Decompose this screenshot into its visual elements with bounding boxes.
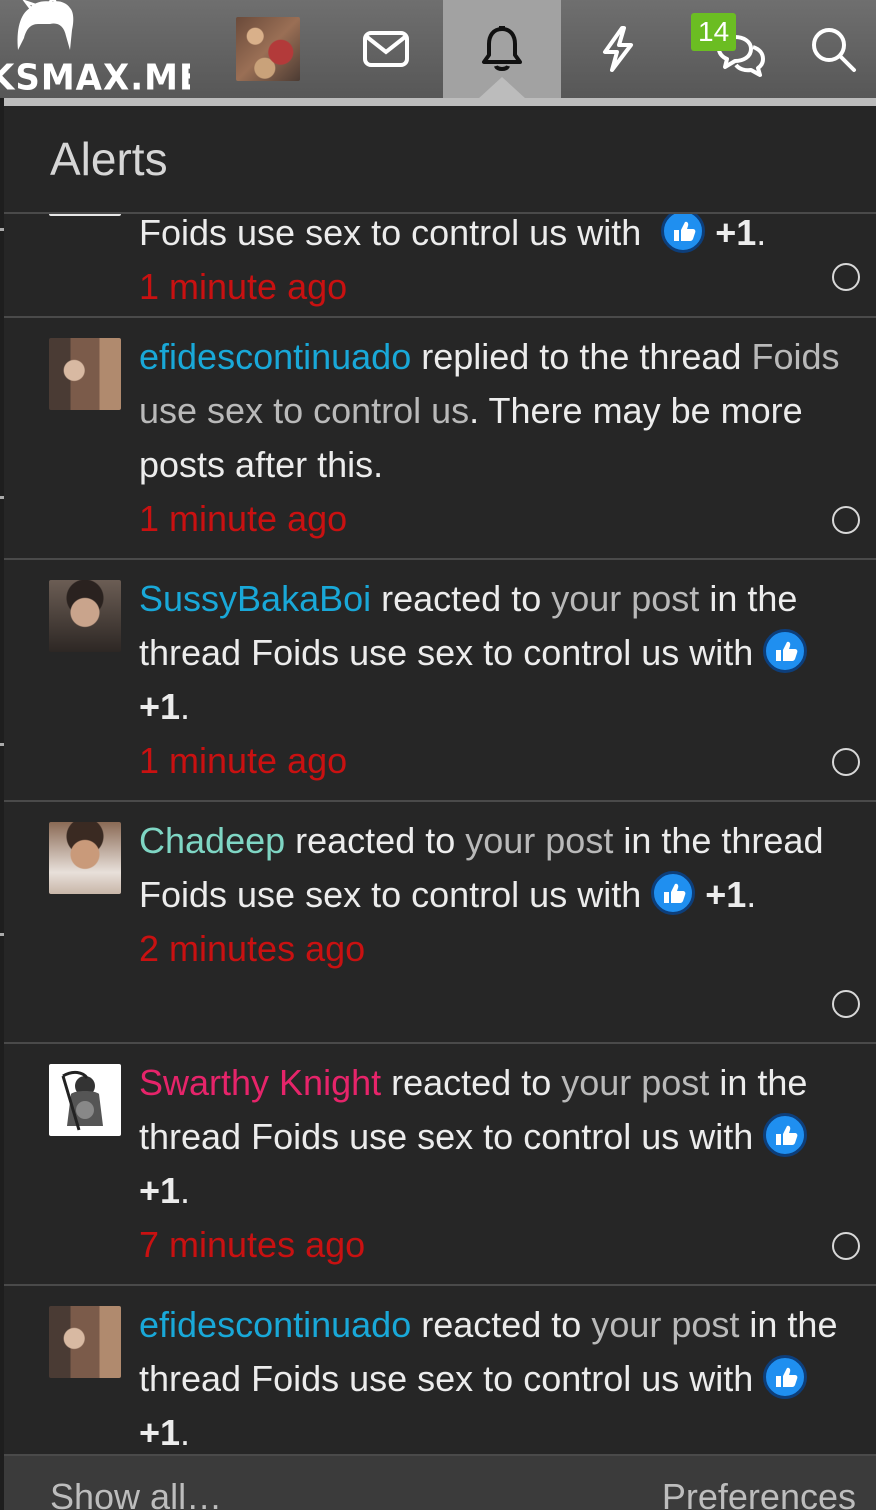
alert-timestamp[interactable]: 1 minute ago: [139, 492, 858, 546]
hair-logo-icon: [17, 0, 74, 50]
bell-icon: [482, 26, 522, 71]
your-post-link[interactable]: your post: [551, 578, 699, 619]
username-link[interactable]: Swarthy Knight: [139, 1062, 381, 1103]
like-reaction-icon: [763, 1113, 808, 1157]
envelope-icon: [363, 31, 409, 67]
avatar[interactable]: [49, 1306, 121, 1378]
nav-user-avatar[interactable]: [210, 0, 326, 98]
list-item[interactable]: efidescontinuado replied to the thread F…: [4, 318, 876, 560]
preferences-link[interactable]: Preferences: [662, 1476, 856, 1510]
alert-text-end: .: [180, 1170, 191, 1211]
reaction-label: +1: [705, 874, 747, 915]
nav-search-button[interactable]: [790, 0, 876, 98]
avatar[interactable]: [49, 580, 121, 652]
alert-action-text: replied to the thread: [411, 336, 752, 377]
alert-text-end: .: [180, 1412, 191, 1453]
alert-action-text: reacted to: [285, 820, 466, 861]
alert-timestamp[interactable]: 1 minute ago: [139, 734, 858, 788]
like-reaction-icon: [661, 214, 706, 253]
avatar[interactable]: [49, 338, 121, 410]
reaction-label: +1: [139, 686, 181, 727]
like-reaction-icon: [763, 629, 808, 673]
username-link[interactable]: SussyBakaBoi: [139, 578, 371, 619]
your-post-link[interactable]: your post: [465, 820, 613, 861]
alert-timestamp[interactable]: 1 minute ago: [139, 260, 858, 314]
lightning-icon: [603, 26, 633, 72]
search-icon: [812, 28, 856, 72]
like-reaction-icon: [651, 871, 696, 915]
alert-timestamp[interactable]: 7 minutes ago: [139, 1218, 858, 1272]
mark-read-toggle[interactable]: [832, 506, 860, 534]
alerts-dropdown-panel: Alerts Foids use sex to control us with …: [4, 98, 876, 1510]
avatar: [236, 17, 300, 81]
username-link[interactable]: efidescontinuado: [139, 336, 411, 377]
your-post-link[interactable]: your post: [591, 1304, 739, 1345]
username-link[interactable]: efidescontinuado: [139, 1304, 411, 1345]
site-logo[interactable]: KSMAX.ME: [0, 0, 190, 98]
avatar: [49, 214, 121, 216]
reaction-label: +1: [139, 1412, 181, 1453]
alerts-header: Alerts: [4, 106, 876, 214]
mark-read-toggle[interactable]: [832, 748, 860, 776]
list-item[interactable]: Chadeep reacted to your post in the thre…: [4, 802, 876, 1044]
alert-text-end: .: [756, 214, 767, 253]
list-item[interactable]: SussyBakaBoi reacted to your post in the…: [4, 560, 876, 802]
reaction-label: +1: [139, 1170, 181, 1211]
alert-action-text: reacted to: [381, 1062, 562, 1103]
show-all-link[interactable]: Show all…: [50, 1476, 222, 1510]
nav-whats-new-button[interactable]: [560, 0, 676, 98]
your-post-link[interactable]: your post: [561, 1062, 709, 1103]
nav-inbox-button[interactable]: [328, 0, 444, 98]
page-title: Alerts: [50, 133, 168, 185]
mark-read-toggle[interactable]: [832, 1232, 860, 1260]
alert-action-text: reacted to: [371, 578, 552, 619]
alerts-footer: Show all… Preferences: [4, 1454, 876, 1510]
mark-read-toggle[interactable]: [832, 263, 860, 291]
conversations-badge: 14: [691, 13, 737, 51]
alert-action-text: reacted to: [411, 1304, 592, 1345]
alert-text: Foids use sex to control us with: [139, 214, 642, 253]
mark-read-toggle[interactable]: [832, 990, 860, 1018]
avatar[interactable]: [49, 822, 121, 894]
top-navigation-bar: KSMAX.ME 14: [0, 0, 876, 99]
nav-alerts-button[interactable]: [443, 0, 561, 99]
list-item[interactable]: Foids use sex to control us with +1. 1 m…: [4, 214, 876, 318]
alerts-list[interactable]: Foids use sex to control us with +1. 1 m…: [4, 214, 876, 1454]
list-item[interactable]: efidescontinuado reacted to your post in…: [4, 1286, 876, 1454]
username-link[interactable]: Chadeep: [139, 820, 285, 861]
alert-timestamp[interactable]: 2 minutes ago: [139, 922, 858, 976]
dropdown-caret: [478, 77, 526, 99]
like-reaction-icon: [763, 1355, 808, 1399]
reaction-label: +1: [715, 214, 757, 253]
reaper-avatar-image: [61, 1070, 103, 1131]
avatar[interactable]: [49, 1064, 121, 1136]
logo-text: KSMAX.ME: [0, 57, 190, 98]
list-item[interactable]: Swarthy Knight reacted to your post in t…: [4, 1044, 876, 1286]
alert-text-end: .: [180, 686, 191, 727]
alert-text-end: .: [746, 874, 757, 915]
